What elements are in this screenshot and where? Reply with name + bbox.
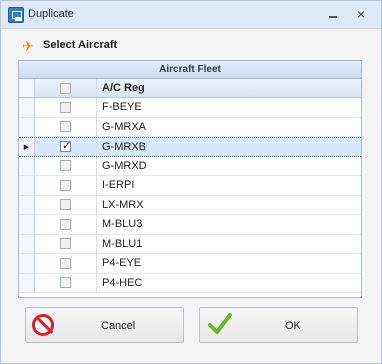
app-window-icon bbox=[8, 7, 24, 23]
row-indicator bbox=[19, 117, 35, 136]
row-checkbox[interactable] bbox=[60, 238, 71, 250]
row-checkbox-cell[interactable] bbox=[35, 176, 97, 195]
row-indicator bbox=[19, 254, 35, 273]
ac-reg-cell[interactable]: LX-MRX bbox=[97, 196, 361, 215]
ac-reg-cell[interactable]: I-ERPI bbox=[97, 176, 361, 195]
row-checkbox-cell[interactable] bbox=[35, 254, 97, 273]
row-checkbox[interactable] bbox=[60, 101, 71, 113]
row-indicator-header bbox=[19, 79, 35, 97]
table-row[interactable]: F-BEYE bbox=[19, 98, 361, 118]
select-all-checkbox[interactable] bbox=[60, 82, 71, 94]
table-row[interactable]: LX-MRX bbox=[19, 195, 361, 215]
cancel-button[interactable]: Cancel bbox=[25, 307, 184, 343]
row-checkbox[interactable] bbox=[60, 218, 71, 230]
row-checkbox-cell[interactable] bbox=[35, 273, 97, 292]
ac-reg-cell[interactable]: G-MRXA bbox=[97, 118, 361, 137]
row-indicator: ▶ bbox=[19, 138, 35, 156]
row-indicator bbox=[19, 156, 35, 175]
row-indicator bbox=[19, 98, 35, 117]
grid-rows: F-BEYEG-MRXA▶G-MRXBG-MRXDI-ERPILX-MRXM-B… bbox=[19, 98, 361, 293]
grid-group-header: Aircraft Fleet bbox=[19, 61, 361, 79]
ac-reg-cell[interactable]: F-BEYE bbox=[97, 98, 361, 117]
row-checkbox[interactable] bbox=[60, 199, 71, 211]
row-indicator bbox=[19, 234, 35, 253]
ac-reg-cell[interactable]: P4-EYE bbox=[97, 254, 361, 273]
airplane-icon: ✈ bbox=[22, 38, 34, 54]
cancel-button-label: Cancel bbox=[101, 320, 136, 332]
table-row[interactable]: M-BLU1 bbox=[19, 234, 361, 254]
minimize-button[interactable] bbox=[323, 5, 343, 25]
column-header-ac-reg[interactable]: A/C Reg bbox=[97, 79, 361, 97]
table-row[interactable]: M-BLU3 bbox=[19, 215, 361, 235]
select-all-cell[interactable] bbox=[35, 79, 97, 97]
row-checkbox-cell[interactable] bbox=[35, 215, 97, 234]
row-checkbox-cell[interactable] bbox=[35, 98, 97, 117]
ok-button-label: OK bbox=[285, 320, 301, 332]
grid-column-header-row: A/C Reg bbox=[19, 79, 361, 98]
row-checkbox-cell[interactable] bbox=[35, 195, 97, 214]
title-bar[interactable]: Duplicate × bbox=[1, 1, 381, 29]
table-row[interactable]: ▶ G-MRXB bbox=[19, 137, 361, 157]
duplicate-dialog: Duplicate × ✈ Select Aircraft Aircraft F… bbox=[0, 0, 382, 364]
ac-reg-cell[interactable]: M-BLU1 bbox=[97, 235, 361, 254]
row-checkbox[interactable] bbox=[60, 257, 71, 269]
no-entry-icon bbox=[32, 314, 54, 336]
table-row[interactable]: G-MRXD bbox=[19, 156, 361, 176]
row-indicator bbox=[19, 195, 35, 214]
checkmark-icon bbox=[208, 313, 232, 334]
ac-reg-cell[interactable]: G-MRXB bbox=[97, 138, 361, 156]
row-checkbox[interactable] bbox=[60, 160, 71, 172]
ac-reg-cell[interactable]: P4-HEC bbox=[97, 274, 361, 293]
aircraft-fleet-grid[interactable]: Aircraft Fleet A/C Reg F-BEYEG-MRXA ▶ G-MR… bbox=[18, 60, 362, 298]
table-row[interactable]: P4-EYE bbox=[19, 254, 361, 274]
ok-button[interactable]: OK bbox=[199, 307, 358, 343]
row-checkbox-cell[interactable] bbox=[35, 138, 97, 156]
table-row[interactable]: I-ERPI bbox=[19, 176, 361, 196]
row-checkbox[interactable] bbox=[60, 139, 71, 153]
window-title: Duplicate bbox=[28, 8, 74, 20]
row-checkbox-cell[interactable] bbox=[35, 156, 97, 175]
row-checkbox[interactable] bbox=[60, 277, 71, 289]
section-title: Select Aircraft bbox=[43, 39, 118, 51]
row-indicator bbox=[19, 176, 35, 195]
table-row[interactable]: P4-HEC bbox=[19, 273, 361, 293]
row-checkbox-cell[interactable] bbox=[35, 117, 97, 136]
row-checkbox-cell[interactable] bbox=[35, 234, 97, 253]
row-checkbox[interactable] bbox=[60, 121, 71, 133]
close-button[interactable]: × bbox=[351, 5, 371, 25]
row-indicator bbox=[19, 215, 35, 234]
ac-reg-cell[interactable]: G-MRXD bbox=[97, 157, 361, 176]
table-row[interactable]: G-MRXA bbox=[19, 117, 361, 137]
ac-reg-cell[interactable]: M-BLU3 bbox=[97, 215, 361, 234]
row-checkbox[interactable] bbox=[60, 179, 71, 191]
row-indicator bbox=[19, 273, 35, 292]
